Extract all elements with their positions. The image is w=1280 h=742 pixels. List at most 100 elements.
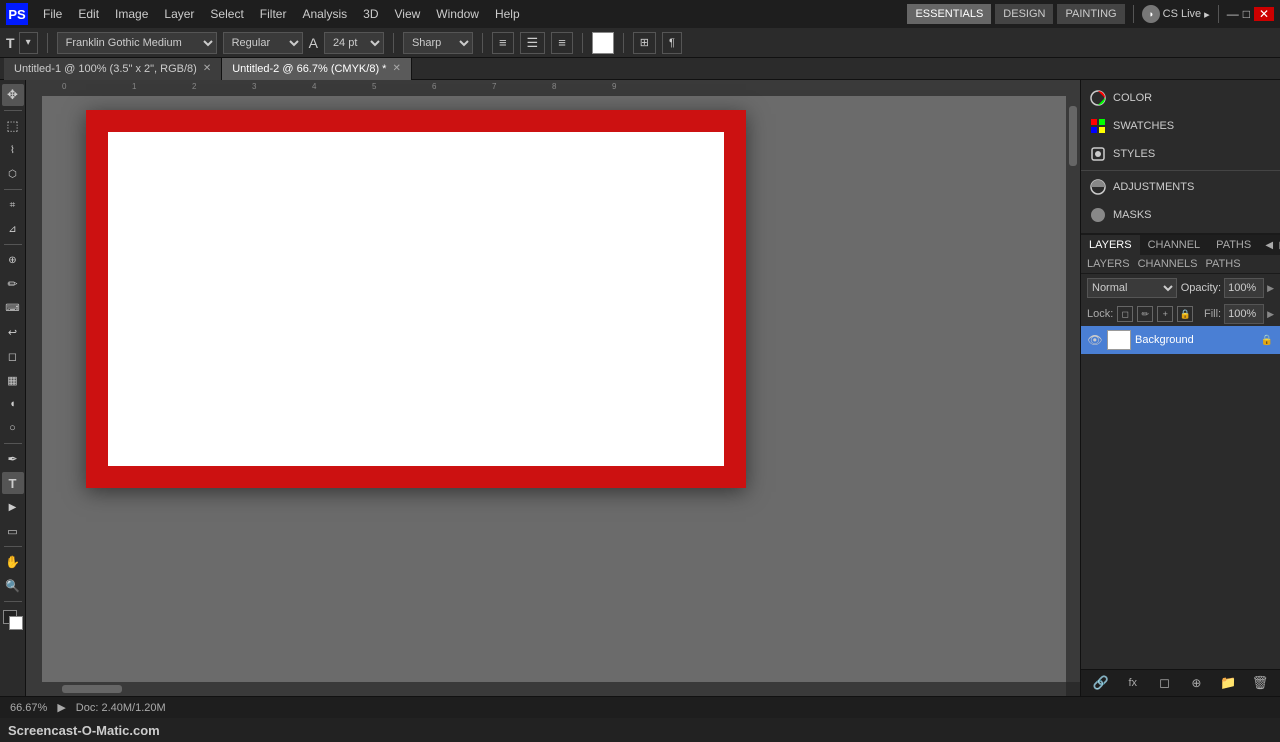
menu-help[interactable]: Help: [488, 5, 527, 23]
menu-file[interactable]: File: [36, 5, 69, 23]
minimize-btn[interactable]: —: [1227, 7, 1239, 21]
canvas-inner: [108, 132, 724, 466]
maximize-btn[interactable]: □: [1243, 7, 1250, 21]
history-brush-tool[interactable]: ↩: [2, 321, 24, 343]
menu-image[interactable]: Image: [108, 5, 155, 23]
doc-tab-1[interactable]: Untitled-1 @ 100% (3.5" x 2", RGB/8) ✕: [4, 58, 222, 80]
fill-arrow[interactable]: ▶: [1267, 309, 1274, 320]
layer-item-background[interactable]: 👁 Background 🔒: [1081, 326, 1280, 354]
masks-panel-btn[interactable]: MASKS: [1081, 201, 1280, 229]
adjustment-layer-btn[interactable]: ⊕: [1187, 674, 1205, 692]
background-color-swatch[interactable]: [9, 616, 23, 630]
font-family-select[interactable]: Franklin Gothic Medium: [57, 32, 217, 54]
eyedropper-tool[interactable]: ⊿: [2, 218, 24, 240]
canvas-hscrollbar[interactable]: [42, 682, 1066, 696]
lock-all-btn[interactable]: +: [1157, 306, 1173, 322]
crop-tool[interactable]: ⌗: [2, 194, 24, 216]
layer-locked-icon: 🔒: [1260, 333, 1274, 347]
menu-view[interactable]: View: [387, 5, 427, 23]
cs-live[interactable]: ◑ CS Live ▸: [1142, 5, 1210, 23]
font-style-select[interactable]: Regular: [223, 32, 303, 54]
scroll-corner: [1066, 682, 1080, 696]
healing-brush-tool[interactable]: ⊕: [2, 249, 24, 271]
add-mask-btn[interactable]: ◻: [1156, 674, 1174, 692]
tab-bar: Untitled-1 @ 100% (3.5" x 2", RGB/8) ✕ U…: [0, 58, 1280, 80]
tab-paths[interactable]: PATHS: [1208, 235, 1259, 255]
fill-input[interactable]: [1224, 304, 1264, 324]
canvas-area[interactable]: 0 1 2 3 4 5 6 7 8 9: [26, 80, 1080, 696]
left-toolbar: ✥ ⬚ ⌇ ⬡ ⌗ ⊿ ⊕ ✏ ⌨ ↩ ◻ ▦ ◖ ○ ✒ T ▶ ▭ ✋ 🔍: [0, 80, 26, 696]
channels-panel-icon[interactable]: CHANNELS: [1138, 258, 1198, 270]
masks-icon: [1089, 206, 1107, 224]
align-left-btn[interactable]: ≡: [492, 32, 514, 54]
swatches-panel-btn[interactable]: SWATCHES: [1081, 112, 1280, 140]
pen-tool[interactable]: ✒: [2, 448, 24, 470]
paths-panel-icon[interactable]: PATHS: [1206, 258, 1241, 270]
tab-layers[interactable]: LAYERS: [1081, 235, 1140, 255]
tab-close-2[interactable]: ✕: [392, 63, 400, 74]
canvas-vscrollbar[interactable]: [1066, 96, 1080, 682]
text-color-swatch[interactable]: [592, 32, 614, 54]
character-paragraph-btn[interactable]: ¶: [662, 32, 682, 54]
ruler-horizontal: 0 1 2 3 4 5 6 7 8 9: [42, 80, 1080, 96]
tab-channel[interactable]: CHANNEL: [1140, 235, 1209, 255]
zoom-tool[interactable]: 🔍: [2, 575, 24, 597]
watermark-bar: Screencast-O-Matic.com: [0, 718, 1280, 742]
link-layers-btn[interactable]: 🔗: [1092, 674, 1110, 692]
workspace-painting-btn[interactable]: PAINTING: [1057, 4, 1124, 24]
layers-footer: 🔗 fx ◻ ⊕ 📁 🗑: [1081, 669, 1280, 696]
tool-preset-btn[interactable]: ▾: [19, 32, 38, 54]
path-selection-tool[interactable]: ▶: [2, 496, 24, 518]
opacity-input[interactable]: [1224, 278, 1264, 298]
tab-close-1[interactable]: ✕: [203, 63, 211, 74]
doc-info: Doc: 2.40M/1.20M: [76, 702, 166, 714]
doc-tab-2[interactable]: Untitled-2 @ 66.7% (CMYK/8) * ✕: [222, 58, 412, 80]
panel-expand-btn[interactable]: ◀: [1263, 239, 1275, 251]
layer-visibility-btn[interactable]: 👁: [1087, 332, 1103, 348]
adjustments-panel-btn[interactable]: ADJUSTMENTS: [1081, 173, 1280, 201]
zoom-level: 66.67%: [10, 702, 47, 714]
menu-select[interactable]: Select: [203, 5, 250, 23]
clone-stamp-tool[interactable]: ⌨: [2, 297, 24, 319]
opacity-arrow[interactable]: ▶: [1267, 283, 1274, 294]
align-right-btn[interactable]: ≡: [551, 32, 573, 54]
lasso-tool[interactable]: ⌇: [2, 139, 24, 161]
lock-transparency-btn[interactable]: 🔒: [1177, 306, 1193, 322]
menu-window[interactable]: Window: [429, 5, 486, 23]
status-expand-arrow[interactable]: ▶: [57, 701, 65, 714]
menu-layer[interactable]: Layer: [157, 5, 201, 23]
close-btn[interactable]: ✕: [1254, 7, 1274, 21]
watermark-text: Screencast-O-Matic.com: [8, 723, 160, 738]
workspace-design-btn[interactable]: DESIGN: [995, 4, 1053, 24]
dodge-tool[interactable]: ○: [2, 417, 24, 439]
font-size-select[interactable]: 24 pt: [324, 32, 384, 54]
rectangular-marquee-tool[interactable]: ⬚: [2, 115, 24, 137]
menu-3d[interactable]: 3D: [356, 5, 385, 23]
quick-selection-tool[interactable]: ⬡: [2, 163, 24, 185]
brush-tool[interactable]: ✏: [2, 273, 24, 295]
anti-alias-select[interactable]: Sharp: [403, 32, 473, 54]
shape-tool[interactable]: ▭: [2, 520, 24, 542]
styles-panel-btn[interactable]: STYLES: [1081, 140, 1280, 168]
move-tool[interactable]: ✥: [2, 84, 24, 106]
menu-edit[interactable]: Edit: [71, 5, 106, 23]
gradient-tool[interactable]: ▦: [2, 369, 24, 391]
eraser-tool[interactable]: ◻: [2, 345, 24, 367]
blend-mode-select[interactable]: Normal: [1087, 278, 1177, 298]
warp-text-btn[interactable]: ⊞: [633, 32, 656, 54]
menu-filter[interactable]: Filter: [253, 5, 294, 23]
workspace-essentials-btn[interactable]: ESSENTIALS: [907, 4, 991, 24]
panel-icons: COLOR SWATCHES STYLES ADJUSTMENTS: [1081, 80, 1280, 233]
blur-tool[interactable]: ◖: [2, 393, 24, 415]
align-center-btn[interactable]: ☰: [520, 32, 546, 54]
type-tool[interactable]: T: [2, 472, 24, 494]
lock-pixels-btn[interactable]: ◻: [1117, 306, 1133, 322]
hand-tool[interactable]: ✋: [2, 551, 24, 573]
color-panel-btn[interactable]: COLOR: [1081, 84, 1280, 112]
new-group-btn[interactable]: 📁: [1219, 674, 1237, 692]
menu-analysis[interactable]: Analysis: [295, 5, 354, 23]
delete-layer-btn[interactable]: 🗑: [1251, 674, 1269, 692]
layer-effects-btn[interactable]: fx: [1124, 674, 1142, 692]
layers-panel-icon[interactable]: LAYERS: [1087, 258, 1130, 270]
lock-position-btn[interactable]: ✏: [1137, 306, 1153, 322]
